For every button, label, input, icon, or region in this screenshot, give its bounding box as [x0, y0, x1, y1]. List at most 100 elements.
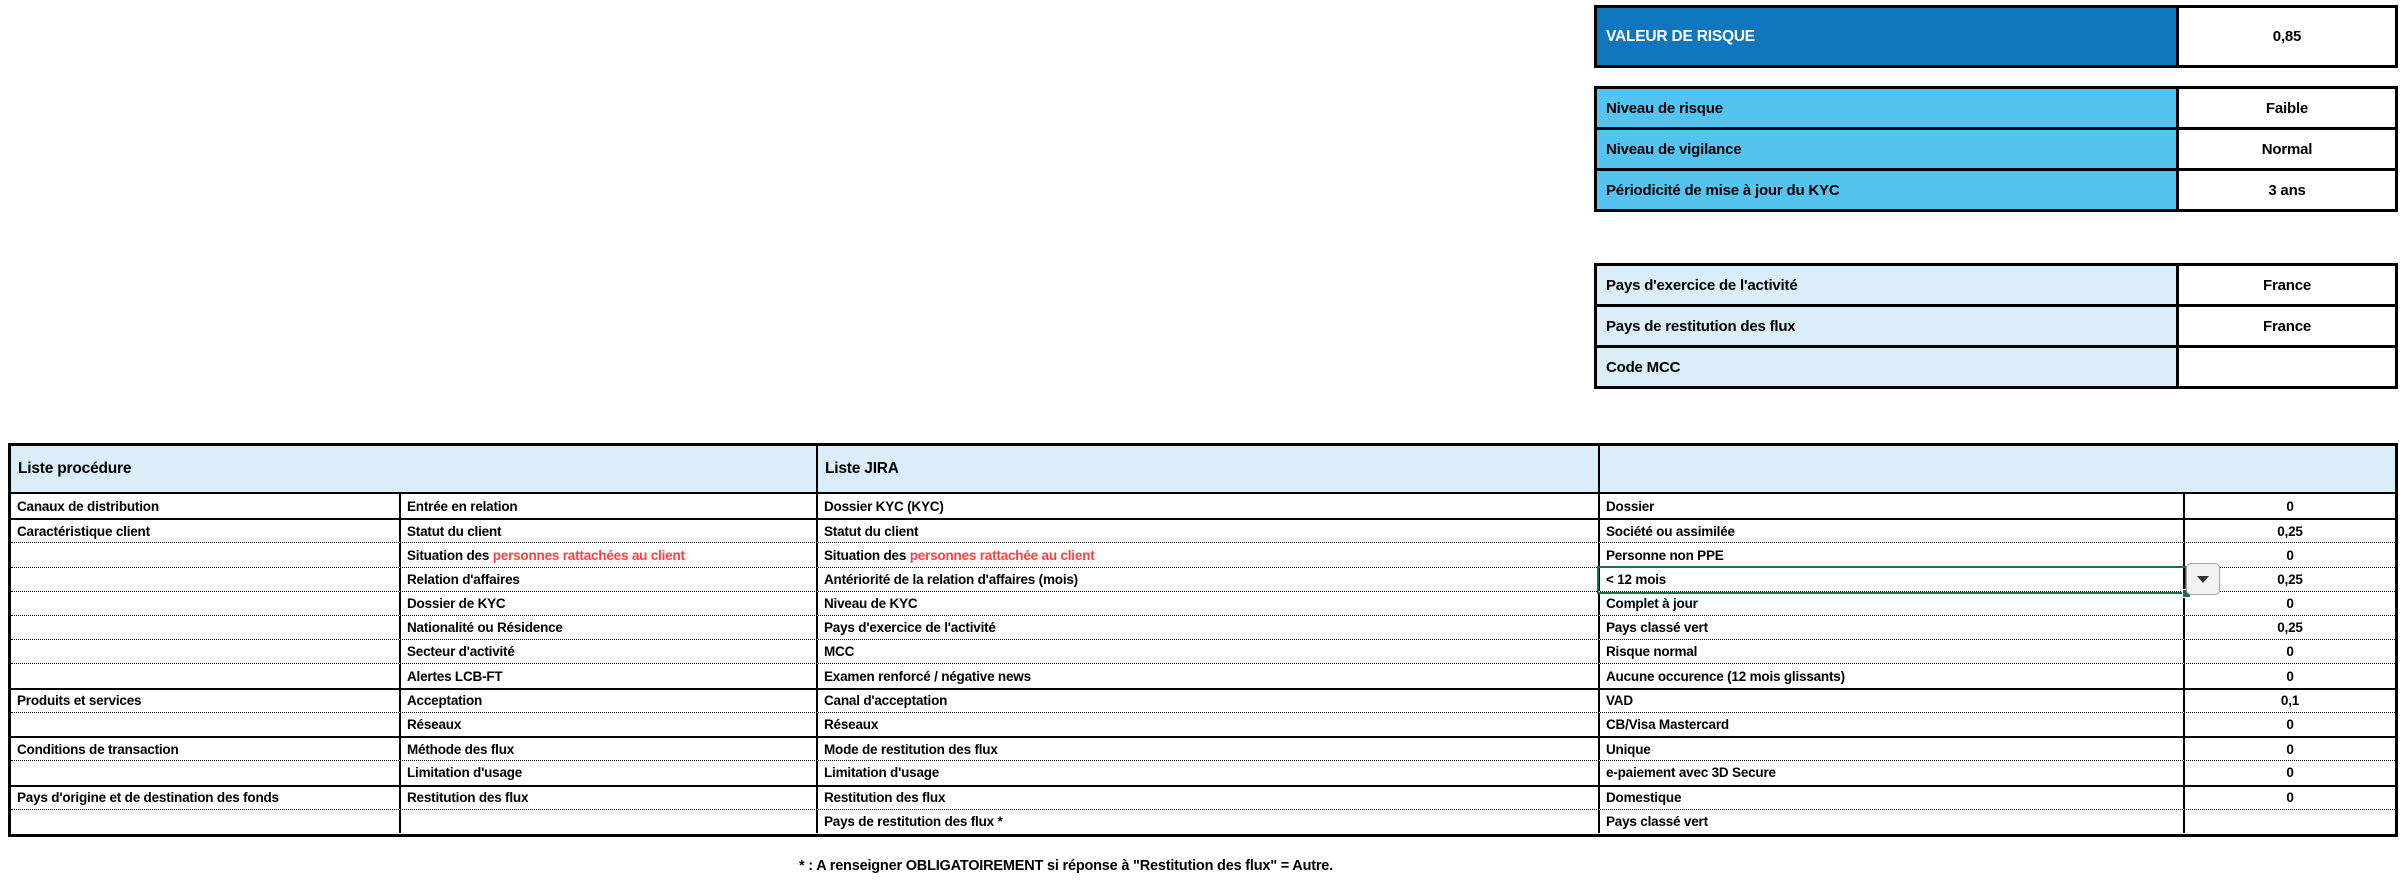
table-row: Limitation d'usageLimitation d'usagee-pa…	[11, 760, 2395, 784]
pays-exercice-label: Pays d'exercice de l'activité	[1597, 266, 2179, 304]
risk-levels-box: Niveau de risque Faible Niveau de vigila…	[1594, 86, 2398, 212]
code-mcc-cell[interactable]	[2179, 348, 2395, 386]
jira-cell: Dossier KYC (KYC)	[818, 494, 1600, 518]
jira-cell: Antériorité de la relation d'affaires (m…	[818, 568, 1600, 591]
table-row: Pays d'origine et de destination des fon…	[11, 785, 2395, 809]
category-cell: Pays d'origine et de destination des fon…	[11, 787, 401, 809]
score-cell: 0	[2185, 787, 2395, 809]
dropdown-arrow-button[interactable]	[2186, 563, 2220, 595]
answer-cell[interactable]: Dossier	[1600, 494, 2185, 518]
category-cell: Caractéristique client	[11, 520, 401, 542]
score-cell: 0	[2185, 494, 2395, 518]
niveau-risque-label: Niveau de risque	[1597, 89, 2179, 127]
table-row: RéseauxRéseauxCB/Visa Mastercard0	[11, 712, 2395, 736]
procedure-cell: Restitution des flux	[401, 787, 818, 809]
answer-cell[interactable]: Unique	[1600, 738, 2185, 760]
niveau-risque-cell[interactable]: Faible	[2179, 89, 2395, 127]
table-row: Conditions de transactionMéthode des flu…	[11, 736, 2395, 760]
periodicite-kyc-label: Périodicité de mise à jour du KYC	[1597, 171, 2179, 209]
procedure-cell: Réseaux	[401, 713, 818, 736]
procedure-cell: Entrée en relation	[401, 494, 818, 518]
table-row: Alertes LCB-FTExamen renforcé / négative…	[11, 663, 2395, 687]
pays-exercice-cell[interactable]: France	[2179, 266, 2395, 304]
header-liste-jira: Liste JIRA	[818, 446, 1600, 492]
procedure-cell: Secteur d'activité	[401, 640, 818, 663]
country-row: Pays de restitution des flux France	[1597, 304, 2395, 345]
risk-level-row: Niveau de risque Faible	[1597, 89, 2395, 127]
jira-cell: MCC	[818, 640, 1600, 663]
risk-value-row: VALEUR DE RISQUE 0,85	[1597, 8, 2395, 65]
category-cell: Canaux de distribution	[11, 494, 401, 518]
category-cell	[11, 592, 401, 615]
answer-cell[interactable]: Société ou assimilée	[1600, 520, 2185, 542]
table-header-row: Liste procédure Liste JIRA	[11, 446, 2395, 494]
risk-value-label: VALEUR DE RISQUE	[1597, 8, 2179, 65]
category-cell	[11, 568, 401, 591]
selected-cell-outline[interactable]	[1597, 566, 2187, 594]
alert-text: personnes rattachées au client	[493, 548, 685, 563]
table-row: Dossier de KYCNiveau de KYCComplet à jou…	[11, 591, 2395, 615]
jira-cell: Canal d'acceptation	[818, 690, 1600, 712]
answer-cell[interactable]: VAD	[1600, 690, 2185, 712]
jira-cell: Limitation d'usage	[818, 761, 1600, 784]
jira-cell: Examen renforcé / négative news	[818, 664, 1600, 687]
jira-cell: Niveau de KYC	[818, 592, 1600, 615]
pays-restitution-label: Pays de restitution des flux	[1597, 307, 2179, 345]
answer-cell[interactable]: Risque normal	[1600, 640, 2185, 663]
niveau-vigilance-cell[interactable]: Normal	[2179, 130, 2395, 168]
procedure-cell: Dossier de KYC	[401, 592, 818, 615]
jira-cell: Situation des personnes rattachée au cli…	[818, 543, 1600, 566]
answer-cell[interactable]: Complet à jour	[1600, 592, 2185, 615]
jira-cell: Pays d'exercice de l'activité	[818, 616, 1600, 639]
jira-cell: Restitution des flux	[818, 787, 1600, 809]
code-mcc-label: Code MCC	[1597, 348, 2179, 386]
table-row: Nationalité ou RésidencePays d'exercice …	[11, 615, 2395, 639]
score-cell: 0,25	[2185, 616, 2395, 639]
table-row: Secteur d'activitéMCCRisque normal0	[11, 639, 2395, 663]
answer-cell[interactable]: Domestique	[1600, 787, 2185, 809]
answer-cell[interactable]: Aucune occurence (12 mois glissants)	[1600, 664, 2185, 687]
answer-cell[interactable]: Pays classé vert	[1600, 810, 2185, 833]
jira-cell: Pays de restitution des flux *	[818, 810, 1600, 833]
periodicite-kyc-cell[interactable]: 3 ans	[2179, 171, 2395, 209]
procedure-cell: Statut du client	[401, 520, 818, 542]
risk-matrix-table: Liste procédure Liste JIRA Canaux de dis…	[8, 443, 2398, 837]
table-row: Caractéristique clientStatut du clientSt…	[11, 518, 2395, 542]
risk-level-row: Niveau de vigilance Normal	[1597, 127, 2395, 168]
pays-restitution-cell[interactable]: France	[2179, 307, 2395, 345]
score-cell: 0	[2185, 592, 2395, 615]
procedure-cell: Nationalité ou Résidence	[401, 616, 818, 639]
category-cell	[11, 713, 401, 736]
score-cell: 0	[2185, 761, 2395, 784]
score-cell: 0	[2185, 664, 2395, 687]
category-cell	[11, 543, 401, 566]
answer-cell[interactable]: Pays classé vert	[1600, 616, 2185, 639]
country-row: Code MCC	[1597, 345, 2395, 386]
category-cell	[11, 664, 401, 687]
category-cell	[11, 616, 401, 639]
risk-value-cell[interactable]: 0,85	[2179, 8, 2395, 65]
category-cell	[11, 640, 401, 663]
score-cell: 0	[2185, 738, 2395, 760]
header-empty	[1600, 446, 2395, 492]
alert-text: personnes rattachée au client	[910, 548, 1095, 563]
jira-cell: Réseaux	[818, 713, 1600, 736]
procedure-cell: Relation d'affaires	[401, 568, 818, 591]
risk-level-row: Périodicité de mise à jour du KYC 3 ans	[1597, 168, 2395, 209]
answer-cell[interactable]: CB/Visa Mastercard	[1600, 713, 2185, 736]
header-liste-procedure: Liste procédure	[11, 446, 818, 492]
score-cell: 0	[2185, 640, 2395, 663]
chevron-down-icon	[2197, 576, 2209, 583]
procedure-cell: Méthode des flux	[401, 738, 818, 760]
table-body: Canaux de distributionEntrée en relation…	[11, 494, 2395, 833]
jira-cell: Mode de restitution des flux	[818, 738, 1600, 760]
score-cell	[2185, 810, 2395, 833]
answer-cell[interactable]: e-paiement avec 3D Secure	[1600, 761, 2185, 784]
answer-cell[interactable]: Personne non PPE	[1600, 543, 2185, 566]
jira-cell: Statut du client	[818, 520, 1600, 542]
risk-value-box: VALEUR DE RISQUE 0,85	[1594, 5, 2398, 68]
procedure-cell	[401, 810, 818, 833]
table-row: Situation des personnes rattachées au cl…	[11, 542, 2395, 566]
score-cell: 0	[2185, 713, 2395, 736]
procedure-cell: Acceptation	[401, 690, 818, 712]
